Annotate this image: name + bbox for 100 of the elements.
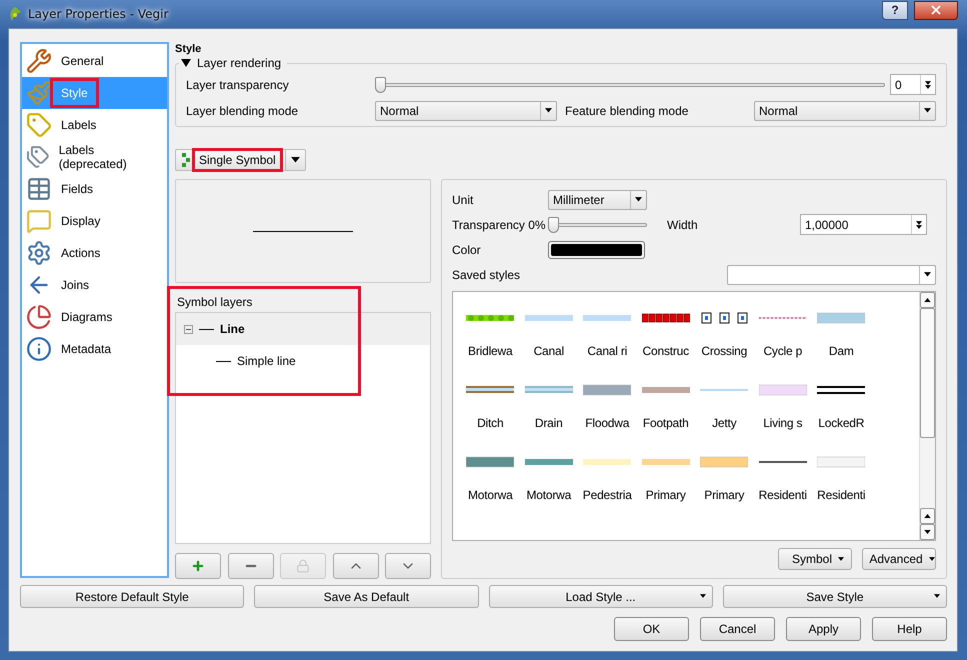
caret-icon [924,108,931,113]
dialog-button[interactable]: Help [872,617,947,641]
symbol-name[interactable]: Dam [828,344,854,358]
menu-button[interactable]: Advanced [862,548,936,570]
style-button[interactable]: Save Style [722,585,947,608]
table-icon [26,176,52,202]
renderer-dropdown[interactable]: Single Symbol [175,149,306,171]
style-button[interactable]: Restore Default Style [20,585,244,608]
caret-icon [635,197,642,202]
field-label: Saved styles [452,268,520,282]
add-layer-button[interactable] [175,553,221,579]
tree-item[interactable]: Line [176,313,430,345]
symbol-name[interactable]: Motorwa [526,488,572,502]
symbol-name[interactable]: Ditch [477,416,504,430]
width-spinbox[interactable]: 1,00000 [800,214,927,235]
symbol-name[interactable]: Living s [763,416,802,430]
brush-icon [26,80,52,106]
sidebar-item[interactable]: General [22,45,167,77]
field-label: Width [667,218,698,232]
tags-icon [26,144,50,170]
scroll-up-icon[interactable] [924,514,931,518]
symbol-name[interactable]: Bridlewa [468,344,512,358]
scrollbar[interactable] [919,292,935,540]
close-icon [929,3,943,17]
move-up-button[interactable] [332,553,378,579]
collapse-icon[interactable] [184,324,193,334]
symbol-name[interactable]: Crossing [701,344,748,358]
field-label: Layer transparency [186,78,290,92]
plus-icon [191,559,205,573]
symbol-name[interactable]: Canal [534,344,564,358]
help-button[interactable]: ? [882,0,908,20]
tools-icon [26,48,52,74]
sidebar-item[interactable]: Diagrams [22,301,167,333]
window-title: Layer Properties - Vegir [28,7,170,21]
symbol-name[interactable]: Residenti [758,488,807,502]
slider-thumb[interactable] [375,76,386,92]
sidebar-label: Metadata [60,341,112,358]
close-button[interactable] [914,0,958,20]
transparency-slider[interactable] [375,76,885,92]
line-icon [199,328,214,330]
symbol-name[interactable]: LockedR [818,416,864,430]
dialog-button[interactable]: OK [614,617,689,641]
renderer-icon [182,153,190,167]
menu-button[interactable]: Symbol [778,548,852,570]
caret-icon [928,557,935,561]
caret-icon [700,594,706,598]
symbol-name[interactable]: Residenti [817,488,866,502]
sidebar-label: Fields [60,181,94,198]
sidebar-item[interactable]: Metadata [22,333,167,365]
expand-arrow-icon[interactable] [181,59,191,67]
symbol-name[interactable]: Primary [704,488,744,502]
field-label: Layer blending mode [186,104,300,118]
symbol-name[interactable]: Cycle p [763,344,802,358]
sidebar-item[interactable]: Labels (deprecated) [22,141,167,173]
caret-icon [838,557,844,561]
color-button[interactable] [548,240,645,258]
sidebar-item[interactable]: Labels [22,109,167,141]
symbol-name[interactable]: Pedestria [582,488,632,502]
symbol-name[interactable]: Construc [642,344,689,358]
remove-layer-button[interactable] [228,553,274,579]
pie-chart-icon [26,304,52,330]
saved-styles-dropdown[interactable] [727,264,936,284]
symbol-name[interactable]: Floodwa [585,416,630,430]
symbol-name[interactable]: Primary [646,488,686,502]
caret-icon [934,594,940,598]
scroll-down-icon[interactable] [924,530,931,534]
transparency-spinbox[interactable]: 0 [890,74,936,95]
sidebar-label: Labels (deprecated) [58,142,128,173]
sidebar-item[interactable]: Actions [22,237,167,269]
sidebar-item[interactable]: Fields [22,173,167,205]
symbol-name[interactable]: Motorwa [468,488,513,502]
dialog-button[interactable]: Apply [786,617,861,641]
unit-dropdown[interactable]: Millimeter [548,190,647,210]
field-label: Transparency 0% [452,218,547,232]
field-label: Feature blending mode [565,104,690,118]
sidebar-label: General [60,53,105,70]
blending-mode-dropdown[interactable]: Normal [375,100,557,120]
move-down-button[interactable] [385,553,431,579]
section-label: Symbol layers [177,295,252,309]
sidebar-item[interactable]: Joins [22,269,167,301]
symbol-name[interactable]: Canal ri [587,344,628,358]
sidebar-item[interactable]: Display [22,205,167,237]
sidebar-label: Diagrams [60,309,114,326]
dialog-button[interactable]: Cancel [700,617,775,641]
info-icon [26,336,52,362]
sidebar-label: Display [60,213,102,230]
sidebar-label: Labels [60,117,98,134]
style-button[interactable]: Save As Default [254,585,478,608]
scroll-up-icon[interactable] [924,298,931,302]
tag-icon [26,112,52,138]
line-icon [216,360,231,362]
caret-icon [290,157,300,163]
blending-mode-dropdown[interactable]: Normal [754,100,936,120]
transparency-slider[interactable] [548,216,647,232]
style-button[interactable]: Load Style ... [488,585,713,608]
slider-thumb[interactable] [548,216,559,232]
symbol-name[interactable]: Footpath [642,416,689,430]
group-title: Layer rendering [197,56,282,70]
symbol-name[interactable]: Jetty [712,416,736,430]
symbol-name[interactable]: Drain [534,416,563,430]
